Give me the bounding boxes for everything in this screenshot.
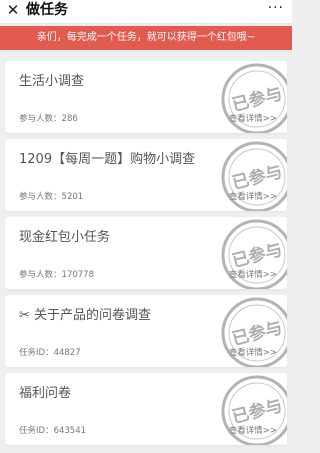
task-meta-label: 参与人数 [19, 270, 54, 280]
svg-text:已参与: 已参与 [230, 317, 285, 350]
view-details-link[interactable]: 查看详情>> [229, 347, 277, 359]
page-title: 做任务 [26, 2, 68, 18]
view-details-link[interactable]: 查看详情>> [229, 425, 277, 437]
task-card[interactable]: 生活小调查 参与人数：286 查看详情>> 已参与 [5, 61, 287, 133]
task-card[interactable]: ✂ 关于产品的问卷调查 任务ID：44827 查看详情>> 已参与 [5, 295, 287, 367]
task-meta: 参与人数：286 [19, 114, 78, 124]
view-details-link[interactable]: 查看详情>> [229, 113, 277, 125]
task-meta-value: 44827 [53, 348, 81, 358]
task-meta-label: 参与人数 [19, 114, 54, 124]
task-title: ✂ 关于产品的问卷调查 [19, 308, 152, 323]
task-title: 1209【每周一题】购物小调查 [19, 152, 196, 167]
view-details-link[interactable]: 查看详情>> [229, 269, 277, 281]
task-meta: 任务ID：643541 [19, 426, 87, 436]
notice-banner: 亲们，每完成一个任务，就可以获得一个红包哦~ [0, 26, 292, 50]
task-meta-value: 170778 [61, 270, 94, 280]
task-card[interactable]: 1209【每周一题】购物小调查 参与人数：5201 查看详情>> 已参与 [5, 139, 287, 211]
task-meta-label: 任务ID [19, 348, 46, 358]
task-meta-value: 286 [61, 114, 78, 124]
task-title: 生活小调查 [19, 74, 85, 89]
svg-text:已参与: 已参与 [230, 83, 285, 116]
svg-text:已参与: 已参与 [230, 239, 285, 272]
task-meta: 参与人数：5201 [19, 192, 84, 202]
svg-text:已参与: 已参与 [230, 395, 285, 428]
task-meta: 参与人数：170778 [19, 270, 94, 280]
task-title: 现金红包小任务 [19, 230, 111, 245]
view-details-link[interactable]: 查看详情>> [229, 191, 277, 203]
task-meta-label: 任务ID [19, 426, 46, 436]
task-meta-value: 643541 [53, 426, 87, 436]
task-title: 福利问卷 [19, 386, 72, 401]
close-icon[interactable]: ✕ [4, 1, 22, 19]
more-icon[interactable]: ··· [268, 0, 284, 16]
task-card[interactable]: 福利问卷 任务ID：643541 查看详情>> 已参与 [5, 373, 287, 445]
task-meta-label: 参与人数 [19, 192, 54, 202]
task-meta: 任务ID：44827 [19, 348, 81, 358]
svg-text:已参与: 已参与 [230, 161, 285, 194]
task-card[interactable]: 现金红包小任务 参与人数：170778 查看详情>> 已参与 [5, 217, 287, 289]
top-bar: ✕ 做任务 ··· [0, 0, 292, 24]
task-meta-value: 5201 [61, 192, 84, 202]
